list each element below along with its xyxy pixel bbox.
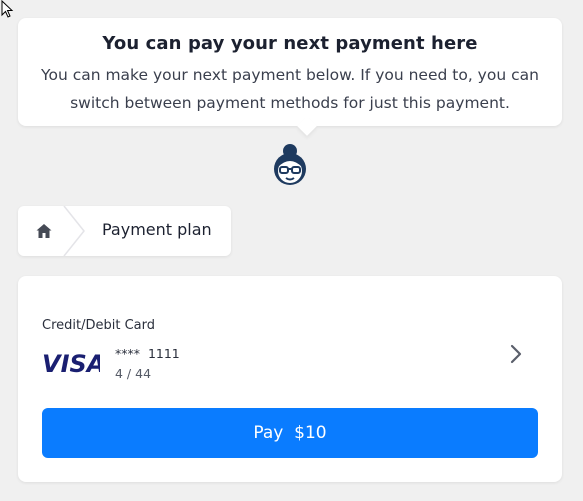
breadcrumb-current-label: Payment plan [102, 220, 212, 239]
card-expiry: 4 / 44 [115, 366, 152, 381]
message-title: You can pay your next payment here [102, 33, 478, 54]
visa-logo-icon: VISA [42, 350, 100, 376]
message-body: You can make your next payment below. If… [41, 66, 539, 112]
assistant-avatar-icon [274, 144, 306, 185]
breadcrumb-separator [63, 206, 85, 256]
visa-logo-text: VISA [42, 350, 100, 376]
home-icon[interactable] [35, 222, 53, 240]
mouse-cursor-icon [1, 0, 14, 18]
info-message-bubble: You can pay your next payment here You c… [18, 18, 562, 126]
chevron-right-icon[interactable] [508, 342, 524, 366]
pay-button-label: Pay [253, 423, 284, 443]
payment-card: Credit/Debit Card VISA **** 1111 4 / 44 … [18, 276, 562, 482]
breadcrumb: Payment plan [18, 206, 231, 256]
pay-button[interactable]: Pay $10 [42, 408, 538, 458]
pay-button-amount: $10 [294, 423, 327, 443]
card-number-masked: **** 1111 [115, 346, 180, 361]
payment-method-selector[interactable]: Credit/Debit Card VISA **** 1111 4 / 44 [18, 306, 562, 386]
payment-method-title: Credit/Debit Card [42, 318, 155, 333]
